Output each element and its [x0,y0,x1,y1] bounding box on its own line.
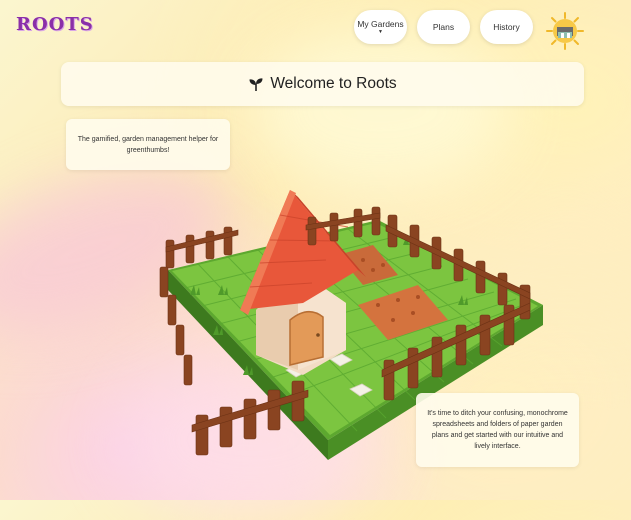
sprout-icon [249,78,263,91]
chevron-down-icon: ▼ [378,29,383,35]
pitch-text: It's time to ditch your confusing, monoc… [427,410,568,450]
nav-plans-label: Plans [432,22,455,32]
welcome-banner: Welcome to Roots [61,62,584,106]
tagline-text: The gamified, garden management helper f… [77,135,219,154]
nav-plans-button[interactable]: Plans [417,10,470,44]
page-title: Welcome to Roots [270,75,397,92]
tagline-card: The gamified, garden management helper f… [66,119,230,170]
background-glow [250,30,510,190]
nav-history-label: History [493,22,520,32]
nav-my-gardens-label: My Gardens [357,19,404,29]
sun-house-avatar-icon[interactable] [546,12,584,50]
nav-history-button[interactable]: History [480,10,533,44]
pitch-card: It's time to ditch your confusing, monoc… [416,393,579,467]
nav-my-gardens-button[interactable]: My Gardens ▼ [354,10,407,44]
app-logo[interactable]: ROOTS [16,14,94,35]
